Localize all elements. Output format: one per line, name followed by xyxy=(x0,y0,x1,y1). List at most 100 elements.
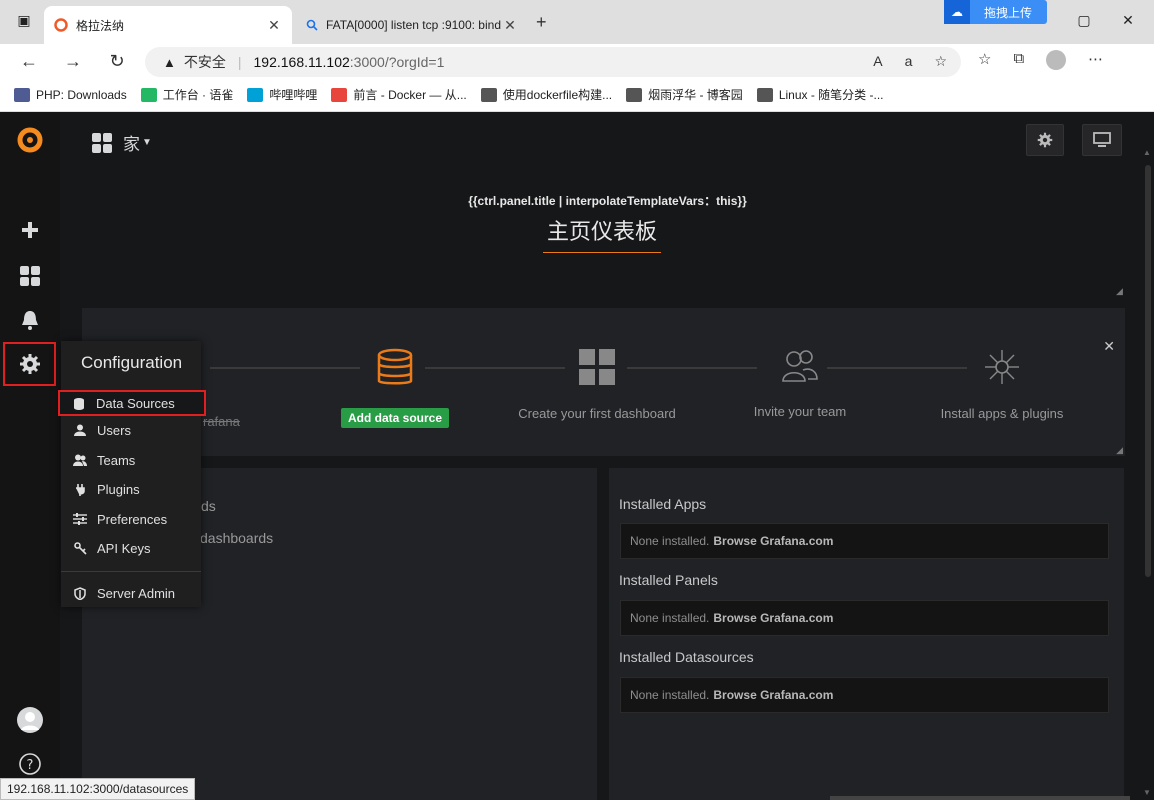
help-icon[interactable]: ? xyxy=(16,750,44,778)
users-icon xyxy=(71,453,89,467)
favorites-icon[interactable]: ☆ xyxy=(978,50,991,70)
maximize-icon[interactable]: ▢ xyxy=(1074,12,1094,29)
scroll-up-icon[interactable]: ▲ xyxy=(1143,148,1151,157)
scroll-down-icon[interactable]: ▼ xyxy=(1143,788,1151,797)
new-tab-icon[interactable]: + xyxy=(536,12,547,33)
bookmark-item[interactable]: 使用dockerfile构建... xyxy=(480,86,612,103)
address-bar[interactable]: ▲ 不安全 | 192.168.11.102 :3000/?orgId=1 A … xyxy=(145,47,961,77)
add-data-source-button[interactable]: Add data source xyxy=(340,408,450,428)
resize-handle-icon[interactable]: ◢ xyxy=(1116,445,1123,456)
empty-list-row: None installed. Browse Grafana.com xyxy=(620,523,1109,559)
more-icon[interactable]: ⋯ xyxy=(1088,50,1103,70)
url-host: 192.168.11.102 xyxy=(253,54,350,70)
profile-avatar[interactable] xyxy=(1046,50,1067,70)
bookmark-item[interactable]: 哔哩哔哩 xyxy=(247,86,317,103)
users-icon xyxy=(782,350,818,382)
close-tab-icon[interactable]: ✕ xyxy=(266,17,282,34)
panel-template-text: {{ctrl.panel.title | interpolateTemplate… xyxy=(468,194,747,208)
tab-actions-icon[interactable]: ▣ xyxy=(14,12,34,29)
empty-list-row: None installed. Browse Grafana.com xyxy=(620,600,1109,636)
browse-link[interactable]: Browse Grafana.com xyxy=(713,611,833,625)
tab-search[interactable]: FATA[0000] listen tcp :9100: bind ✕ xyxy=(296,6,528,44)
database-icon xyxy=(377,348,413,385)
url-separator: | xyxy=(237,54,242,70)
php-icon xyxy=(14,87,30,102)
translate-icon[interactable]: a xyxy=(905,53,913,70)
tv-mode-button[interactable] xyxy=(1082,124,1122,156)
step-invite-team[interactable]: Invite your team xyxy=(715,348,885,419)
menu-item-plugins[interactable]: Plugins xyxy=(61,476,201,502)
tab-grafana[interactable]: 格拉法纳 ✕ xyxy=(44,6,292,44)
menu-divider xyxy=(61,571,201,572)
plugin-list-panel: Installed Apps None installed. Browse Gra… xyxy=(609,468,1124,800)
browse-link[interactable]: Browse Grafana.com xyxy=(713,534,833,548)
back-icon[interactable]: ← xyxy=(17,50,41,74)
close-window-icon[interactable]: ✕ xyxy=(1118,12,1138,29)
collections-icon[interactable]: ⧉ xyxy=(1013,50,1024,70)
close-icon[interactable]: ✕ xyxy=(1103,338,1115,355)
database-icon xyxy=(70,396,88,410)
bookmark-item[interactable]: PHP: Downloads xyxy=(14,87,127,102)
menu-item-users[interactable]: Users xyxy=(61,417,201,443)
bookmark-item[interactable]: Linux - 随笔分类 -... xyxy=(756,86,884,103)
horizontal-scrollbar[interactable] xyxy=(830,796,1130,800)
bookmark-item[interactable]: 前言 - Docker — 从... xyxy=(331,86,467,103)
url-path: :3000/?orgId=1 xyxy=(349,54,445,70)
grafana-favicon-icon xyxy=(54,18,68,32)
scrollbar[interactable] xyxy=(1145,165,1151,577)
empty-text: None installed. xyxy=(630,611,710,625)
reload-icon[interactable]: ↻ xyxy=(105,50,129,74)
upload-badge[interactable]: ☁ 拖拽上传 xyxy=(944,0,1047,24)
configuration-menu: Configuration Data Sources Users Teams P… xyxy=(58,341,206,607)
svg-text:?: ? xyxy=(27,758,34,773)
forward-icon[interactable]: → xyxy=(61,50,85,74)
dashboard-picker[interactable]: 家 ▼ xyxy=(91,130,152,155)
browse-link[interactable]: Browse Grafana.com xyxy=(713,688,833,702)
gear-icon xyxy=(1037,132,1053,148)
step-install-plugins[interactable]: Install apps & plugins xyxy=(917,348,1087,421)
empty-list-row: None installed. Browse Grafana.com xyxy=(620,677,1109,713)
menu-item-api-keys[interactable]: API Keys xyxy=(61,535,201,561)
section-title: Installed Panels xyxy=(619,572,718,588)
grafana-sidemenu: ? xyxy=(0,112,60,800)
dashboard-settings-button[interactable] xyxy=(1026,124,1064,156)
upload-badge-label: 拖拽上传 xyxy=(984,5,1033,20)
menu-header[interactable]: Configuration xyxy=(81,353,182,373)
section-title: Installed Apps xyxy=(619,496,707,512)
menu-item-label: Preferences xyxy=(97,511,168,527)
step-label-install-grafana: rafana xyxy=(203,414,240,429)
dashboards-icon xyxy=(92,132,112,153)
bookmark-label: PHP: Downloads xyxy=(36,87,127,102)
cloud-icon: ☁ xyxy=(944,0,970,24)
tab-title: 格拉法纳 xyxy=(76,18,125,33)
read-aloud-icon[interactable]: A xyxy=(873,53,882,70)
close-tab-icon[interactable]: ✕ xyxy=(502,17,518,34)
menu-item-data-sources[interactable]: Data Sources xyxy=(58,390,206,416)
yuque-icon xyxy=(140,87,157,102)
step-add-data-source[interactable]: Add data source xyxy=(310,348,480,428)
step-create-dashboard[interactable]: Create your first dashboard xyxy=(512,348,682,421)
bell-icon[interactable] xyxy=(16,306,44,334)
bookmark-label: 哔哩哔哩 xyxy=(269,88,318,102)
menu-item-preferences[interactable]: Preferences xyxy=(61,506,201,532)
user-icon xyxy=(71,423,89,437)
bookmark-item[interactable]: 烟雨浮华 - 博客园 xyxy=(626,86,743,103)
add-favorite-icon[interactable]: ☆ xyxy=(934,53,947,70)
plus-icon[interactable] xyxy=(16,216,44,244)
menu-item-teams[interactable]: Teams xyxy=(61,447,201,473)
menu-item-server-admin[interactable]: Server Admin xyxy=(61,580,201,606)
cnblogs-icon xyxy=(480,87,497,102)
dashboards-icon[interactable] xyxy=(16,262,44,290)
address-row: ← → ↻ ▲ 不安全 | 192.168.11.102 :3000/?orgI… xyxy=(0,44,1154,78)
avatar[interactable] xyxy=(16,706,44,734)
resize-handle-icon[interactable]: ◢ xyxy=(1116,286,1123,297)
list-item[interactable]: dashboards xyxy=(200,530,273,546)
grafana-logo-icon[interactable] xyxy=(14,124,46,156)
tab-title: FATA[0000] listen tcp :9100: bind xyxy=(326,18,501,32)
gear-icon[interactable] xyxy=(16,350,44,378)
warning-icon: ▲ xyxy=(163,54,176,70)
security-label: 不安全 xyxy=(183,54,226,70)
list-item[interactable]: ds xyxy=(201,498,216,514)
bookmark-item[interactable]: 工作台 · 语雀 xyxy=(140,86,233,103)
status-bar-url: 192.168.11.102:3000/datasources xyxy=(0,778,196,800)
